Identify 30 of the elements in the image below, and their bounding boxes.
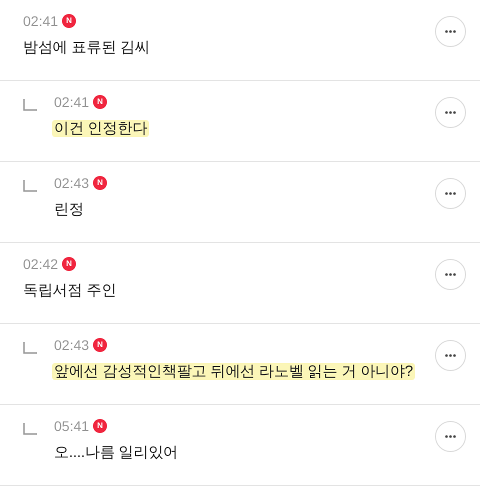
new-badge: N — [62, 257, 76, 271]
new-badge: N — [93, 419, 108, 433]
comment-time: 02:42 — [23, 255, 58, 273]
more-options-icon — [445, 192, 456, 195]
new-badge: N — [93, 176, 108, 190]
more-options-button[interactable] — [435, 340, 466, 371]
more-options-icon — [445, 111, 456, 114]
more-options-button[interactable] — [435, 16, 466, 47]
comment-text: 밤섬에 표류된 김씨 — [23, 39, 150, 56]
new-badge: N — [93, 95, 108, 109]
more-options-button[interactable] — [435, 421, 466, 452]
more-options-icon — [445, 435, 456, 438]
comment-text: 오....나름 일리있어 — [54, 444, 178, 461]
new-badge: N — [93, 338, 108, 352]
comment-time: 02:41 — [23, 12, 58, 30]
more-options-button[interactable] — [435, 178, 466, 209]
more-options-button[interactable] — [435, 97, 466, 128]
new-badge: N — [62, 14, 76, 28]
comment-text: 이건 인정한다 — [52, 120, 150, 137]
more-options-icon — [445, 30, 456, 33]
more-options-icon — [445, 273, 456, 276]
comment-text: 앞에선 감성적인책팔고 뒤에선 라노벨 읽는 거 아니야? — [52, 363, 415, 380]
comment-time: 05:41 — [54, 417, 90, 435]
comment-time: 02:43 — [54, 174, 90, 192]
more-options-icon — [445, 354, 456, 357]
comment-time: 02:41 — [54, 93, 90, 111]
comment-time: 02:43 — [54, 336, 90, 354]
comment-text: 독립서점 주인 — [23, 282, 116, 299]
more-options-button[interactable] — [435, 259, 466, 290]
comment-text: 린정 — [54, 201, 84, 218]
